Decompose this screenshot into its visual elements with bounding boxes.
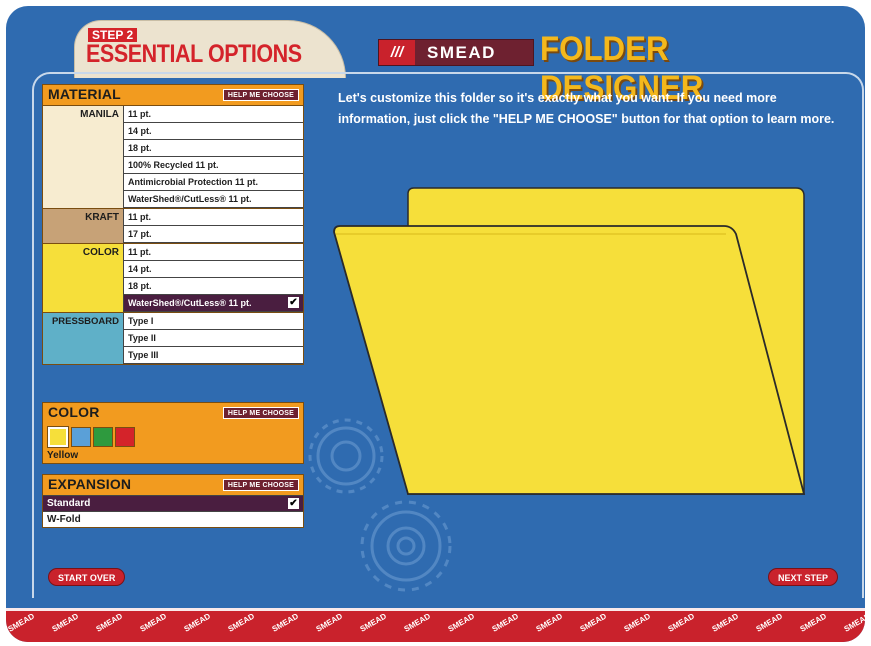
- strip-logo-text: SMEAD: [139, 611, 169, 633]
- app-frame: STEP 2 ESSENTIAL OPTIONS /// SMEAD FOLDE…: [6, 6, 865, 642]
- strip-logo-text: SMEAD: [359, 611, 389, 633]
- color-header: COLOR HELP ME CHOOSE: [43, 403, 303, 423]
- color-help-button[interactable]: HELP ME CHOOSE: [222, 407, 299, 419]
- brand-logo: /// SMEAD: [378, 39, 534, 66]
- checkmark-icon: ✔: [288, 498, 299, 509]
- expansion-option-wfold[interactable]: W-Fold: [43, 511, 303, 527]
- strip-logo-text: SMEAD: [843, 611, 866, 633]
- material-group-kraft: KRAFT 11 pt. 17 pt.: [43, 208, 303, 243]
- option-color-18[interactable]: 18 pt.: [123, 278, 303, 295]
- strip-logo-text: SMEAD: [183, 611, 213, 633]
- group-label-kraft: KRAFT: [85, 212, 119, 223]
- group-label-pressboard: PRESSBOARD: [51, 316, 119, 327]
- brand-strip: SMEAD SMEAD SMEAD SMEAD SMEAD SMEAD SMEAD SMEAD…: [6, 608, 865, 642]
- option-manila-recycled[interactable]: 100% Recycled 11 pt.: [123, 157, 303, 174]
- selected-color-name: Yellow: [47, 450, 79, 461]
- material-group-manila: MANILA 11 pt. 14 pt. 18 pt. 100% Recycle…: [43, 105, 303, 208]
- option-manila-14[interactable]: 14 pt.: [123, 123, 303, 140]
- swatch-green[interactable]: [93, 427, 113, 447]
- expansion-help-button[interactable]: HELP ME CHOOSE: [222, 479, 299, 491]
- strip-logo-text: SMEAD: [7, 611, 37, 633]
- strip-logo-text: SMEAD: [271, 611, 301, 633]
- strip-logo-text: SMEAD: [227, 611, 257, 633]
- option-kraft-11[interactable]: 11 pt.: [123, 209, 303, 226]
- option-pressboard-type2[interactable]: Type II: [123, 330, 303, 347]
- step-title: ESSENTIAL OPTIONS: [86, 40, 302, 68]
- expansion-option-standard[interactable]: Standard ✔: [43, 495, 303, 511]
- strip-logo-text: SMEAD: [667, 611, 697, 633]
- swatch-yellow[interactable]: [48, 427, 68, 447]
- material-panel: MATERIAL HELP ME CHOOSE MANILA 11 pt. 14…: [42, 84, 304, 365]
- start-over-button[interactable]: START OVER: [48, 568, 126, 586]
- option-color-14[interactable]: 14 pt.: [123, 261, 303, 278]
- strip-logo-text: SMEAD: [711, 611, 741, 633]
- expansion-title: EXPANSION: [48, 476, 132, 492]
- expansion-header: EXPANSION HELP ME CHOOSE: [43, 475, 303, 495]
- material-group-color: COLOR 11 pt. 14 pt. 18 pt. WaterShed®/Cu…: [43, 243, 303, 312]
- expansion-panel: EXPANSION HELP ME CHOOSE Standard ✔ W-Fo…: [42, 474, 304, 528]
- brand-slashes: ///: [379, 40, 415, 65]
- strip-logo-text: SMEAD: [623, 611, 653, 633]
- option-manila-11[interactable]: 11 pt.: [123, 106, 303, 123]
- material-help-button[interactable]: HELP ME CHOOSE: [222, 89, 299, 101]
- strip-logo-text: SMEAD: [447, 611, 477, 633]
- checkmark-icon: ✔: [288, 297, 299, 308]
- material-header: MATERIAL HELP ME CHOOSE: [43, 85, 303, 105]
- swatch-red[interactable]: [115, 427, 135, 447]
- option-manila-antimicrobial[interactable]: Antimicrobial Protection 11 pt.: [123, 174, 303, 191]
- strip-logo-text: SMEAD: [403, 611, 433, 633]
- strip-logo-text: SMEAD: [491, 611, 521, 633]
- brand-name: SMEAD: [427, 43, 496, 62]
- expansion-standard-label: Standard: [47, 498, 91, 509]
- next-step-button[interactable]: NEXT STEP: [768, 568, 839, 586]
- strip-logo-text: SMEAD: [51, 611, 81, 633]
- option-pressboard-type3[interactable]: Type III: [123, 347, 303, 364]
- option-color-watershed[interactable]: WaterShed®/CutLess® 11 pt. ✔: [123, 295, 303, 312]
- color-title: COLOR: [48, 404, 100, 420]
- option-color-watershed-label: WaterShed®/CutLess® 11 pt.: [128, 298, 252, 308]
- option-manila-18[interactable]: 18 pt.: [123, 140, 303, 157]
- material-group-pressboard: PRESSBOARD Type I Type II Type III: [43, 312, 303, 364]
- strip-logo-text: SMEAD: [579, 611, 609, 633]
- folder-preview: [333, 187, 806, 495]
- strip-logo-text: SMEAD: [755, 611, 785, 633]
- strip-logo-text: SMEAD: [95, 611, 125, 633]
- option-kraft-17[interactable]: 17 pt.: [123, 226, 303, 243]
- intro-text: Let's customize this folder so it's exac…: [338, 91, 835, 126]
- option-pressboard-type1[interactable]: Type I: [123, 313, 303, 330]
- brand-strip-pattern: SMEAD SMEAD SMEAD SMEAD SMEAD SMEAD SMEAD SMEAD…: [6, 608, 866, 634]
- strip-logo-text: SMEAD: [799, 611, 829, 633]
- strip-logo-text: SMEAD: [315, 611, 345, 633]
- group-label-manila: MANILA: [80, 109, 119, 120]
- swatch-blue[interactable]: [71, 427, 91, 447]
- color-panel: COLOR HELP ME CHOOSE Yellow: [42, 402, 304, 464]
- strip-logo-text: SMEAD: [535, 611, 565, 633]
- group-label-color: COLOR: [82, 247, 119, 258]
- material-title: MATERIAL: [48, 86, 121, 102]
- option-manila-watershed[interactable]: WaterShed®/CutLess® 11 pt.: [123, 191, 303, 208]
- color-swatches: Yellow: [43, 423, 303, 463]
- option-color-11[interactable]: 11 pt.: [123, 244, 303, 261]
